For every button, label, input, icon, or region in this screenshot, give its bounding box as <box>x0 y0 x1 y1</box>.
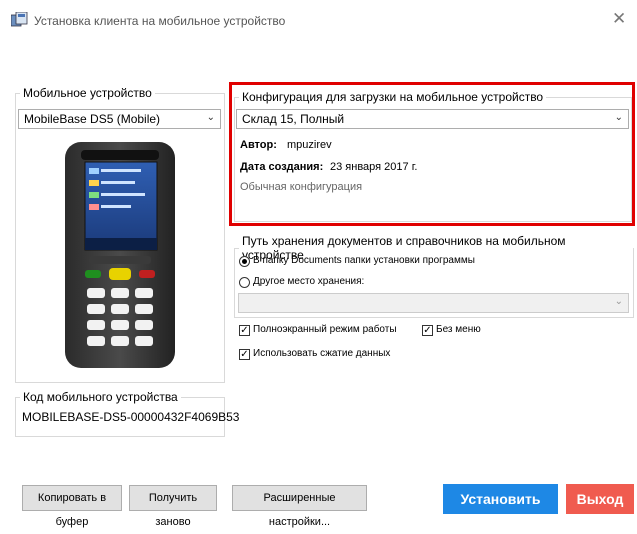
date-label: Дата создания: <box>240 161 324 173</box>
storage-other-radio[interactable] <box>239 277 250 288</box>
device-code-legend: Код мобильного устройства <box>23 390 178 404</box>
author-label: Автор: <box>240 139 277 151</box>
refresh-button[interactable]: Получить заново <box>129 485 217 528</box>
window-title: Установка клиента на мобильное устройств… <box>34 14 286 28</box>
config-select[interactable]: Склад 15, Полный ⌄ <box>236 109 629 129</box>
storage-other-label[interactable]: Другое место хранения: <box>253 276 364 287</box>
chevron-down-icon: ⌄ <box>614 296 623 307</box>
storage-documents-label[interactable]: В папку Documents папки установки програ… <box>253 255 475 266</box>
device-select-value: MobileBase DS5 (Mobile) <box>24 112 161 126</box>
device-code-value: MOBILEBASE-DS5-00000432F4069B53 <box>22 410 240 424</box>
compression-label[interactable]: Использовать сжатие данных <box>253 348 390 359</box>
install-button[interactable]: Установить <box>443 484 558 514</box>
close-icon[interactable]: ✕ <box>612 9 626 29</box>
fullscreen-checkbox[interactable]: ✓ <box>239 325 250 336</box>
storage-path-select[interactable]: ⌄ <box>238 293 629 313</box>
config-description: Обычная конфигурация <box>240 181 363 193</box>
device-select[interactable]: MobileBase DS5 (Mobile) ⌄ <box>18 109 221 129</box>
device-legend: Мобильное устройство <box>23 86 152 100</box>
no-menu-label[interactable]: Без меню <box>436 324 481 335</box>
date-value: 23 января 2017 г. <box>330 161 418 173</box>
app-icon <box>11 12 28 27</box>
chevron-down-icon: ⌄ <box>206 112 215 123</box>
no-menu-checkbox[interactable]: ✓ <box>422 325 433 336</box>
copy-button[interactable]: Копировать в буфер <box>22 485 122 528</box>
fullscreen-label[interactable]: Полноэкранный режим работы <box>253 324 397 335</box>
config-select-value: Склад 15, Полный <box>242 112 345 126</box>
storage-documents-radio[interactable] <box>239 256 250 267</box>
chevron-down-icon: ⌄ <box>614 112 623 123</box>
compression-checkbox[interactable]: ✓ <box>239 349 250 360</box>
device-image <box>65 142 175 368</box>
exit-button[interactable]: Выход <box>566 484 634 514</box>
advanced-settings-button[interactable]: Расширенные настройки... <box>232 485 367 528</box>
author-value: mpuzirev <box>287 139 332 151</box>
config-legend: Конфигурация для загрузки на мобильное у… <box>242 90 544 104</box>
